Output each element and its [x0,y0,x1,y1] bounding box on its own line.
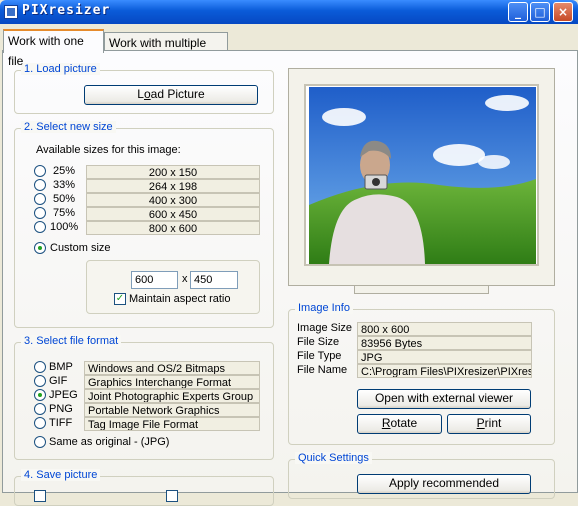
image-size-label: Image Size [297,322,353,334]
file-type-label: File Type [297,350,342,362]
same-as-original-radio[interactable] [34,436,46,448]
save-option-checkbox-1[interactable] [34,490,46,502]
format-radio-tiff[interactable] [34,417,46,429]
quick-settings-title: Quick Settings [295,452,372,464]
print-button[interactable]: Print [447,414,531,434]
size-percent-25: 25% [53,165,76,177]
format-desc-tiff: Tag Image File Format [84,417,260,431]
size-dims-100: 800 x 600 [86,221,260,235]
apply-recommended-button[interactable]: Apply recommended [357,474,531,494]
size-dims-75: 600 x 450 [86,207,260,221]
custom-size-radio[interactable] [34,242,46,254]
tab-one-file[interactable]: Work with one file [3,29,104,68]
size-dims-50: 400 x 300 [86,193,260,207]
open-external-viewer-button[interactable]: Open with external viewer [357,389,531,409]
format-desc-png: Portable Network Graphics [84,403,260,417]
same-as-original-label: Same as original - (JPG) [49,436,170,448]
format-radio-bmp[interactable] [34,361,46,373]
load-picture-button[interactable]: Load Picture [84,85,258,105]
size-radio-100[interactable] [34,221,46,233]
available-sizes-label: Available sizes for this image: [36,144,181,156]
close-button[interactable]: × [553,2,573,22]
size-radio-50[interactable] [34,193,46,205]
format-desc-bmp: Windows and OS/2 Bitmaps [84,361,260,375]
format-ext-tiff: TIFF [49,417,73,429]
size-radio-25[interactable] [34,165,46,177]
size-title: 2. Select new size [21,121,116,133]
size-dims-33: 264 x 198 [86,179,260,193]
size-percent-50: 50% [53,193,76,205]
format-desc-gif: Graphics Interchange Format [84,375,260,389]
size-percent-33: 33% [53,179,76,191]
custom-size-separator: x [182,273,188,285]
format-ext-gif: GIF [49,375,68,387]
aspect-ratio-checkbox[interactable]: ✓ [114,293,126,305]
file-name-value: C:\Program Files\PIXresizer\PIXresiz [357,364,532,378]
rotate-button[interactable]: Rotate [357,414,442,434]
size-radio-33[interactable] [34,179,46,191]
custom-size-label: Custom size [50,242,111,254]
save-picture-title: 4. Save picture [21,469,101,481]
save-picture-group: 4. Save picture [14,469,274,506]
minimize-button[interactable]: _ [508,2,528,22]
camera-lens [372,178,380,186]
file-size-label: File Size [297,336,340,348]
format-ext-png: PNG [49,403,73,415]
format-radio-gif[interactable] [34,375,46,387]
aspect-ratio-label: Maintain aspect ratio [129,293,231,305]
format-desc-jpeg: Joint Photographic Experts Group [84,389,260,403]
format-ext-jpeg: JPEG [49,389,78,401]
format-radio-jpeg[interactable] [34,389,46,401]
cloud [485,95,529,111]
app-icon [4,5,18,19]
image-info-title: Image Info [295,302,353,314]
preview-stand [354,286,489,294]
window-title: PIXresizer [22,3,111,18]
custom-width-input[interactable]: 600 [131,271,178,289]
custom-height-input[interactable]: 450 [190,271,238,289]
file-format-title: 3. Select file format [21,335,122,347]
maximize-button[interactable]: □ [530,2,550,22]
size-percent-100: 100% [50,221,79,233]
format-radio-png[interactable] [34,403,46,415]
size-dims-25: 200 x 150 [86,165,260,179]
title-bar: PIXresizer _ □ × [0,0,578,24]
cloud [322,108,366,126]
size-percent-75: 75% [53,207,76,219]
load-picture-title: 1. Load picture [21,63,100,75]
size-radio-75[interactable] [34,207,46,219]
file-name-label: File Name [297,364,348,376]
save-option-checkbox-2[interactable] [166,490,178,502]
cloud [478,155,510,169]
file-type-value: JPG [357,350,532,364]
cloud [433,144,485,166]
file-size-value: 83956 Bytes [357,336,532,350]
preview-image [309,87,536,264]
image-size-value: 800 x 600 [357,322,532,336]
format-ext-bmp: BMP [49,361,73,373]
